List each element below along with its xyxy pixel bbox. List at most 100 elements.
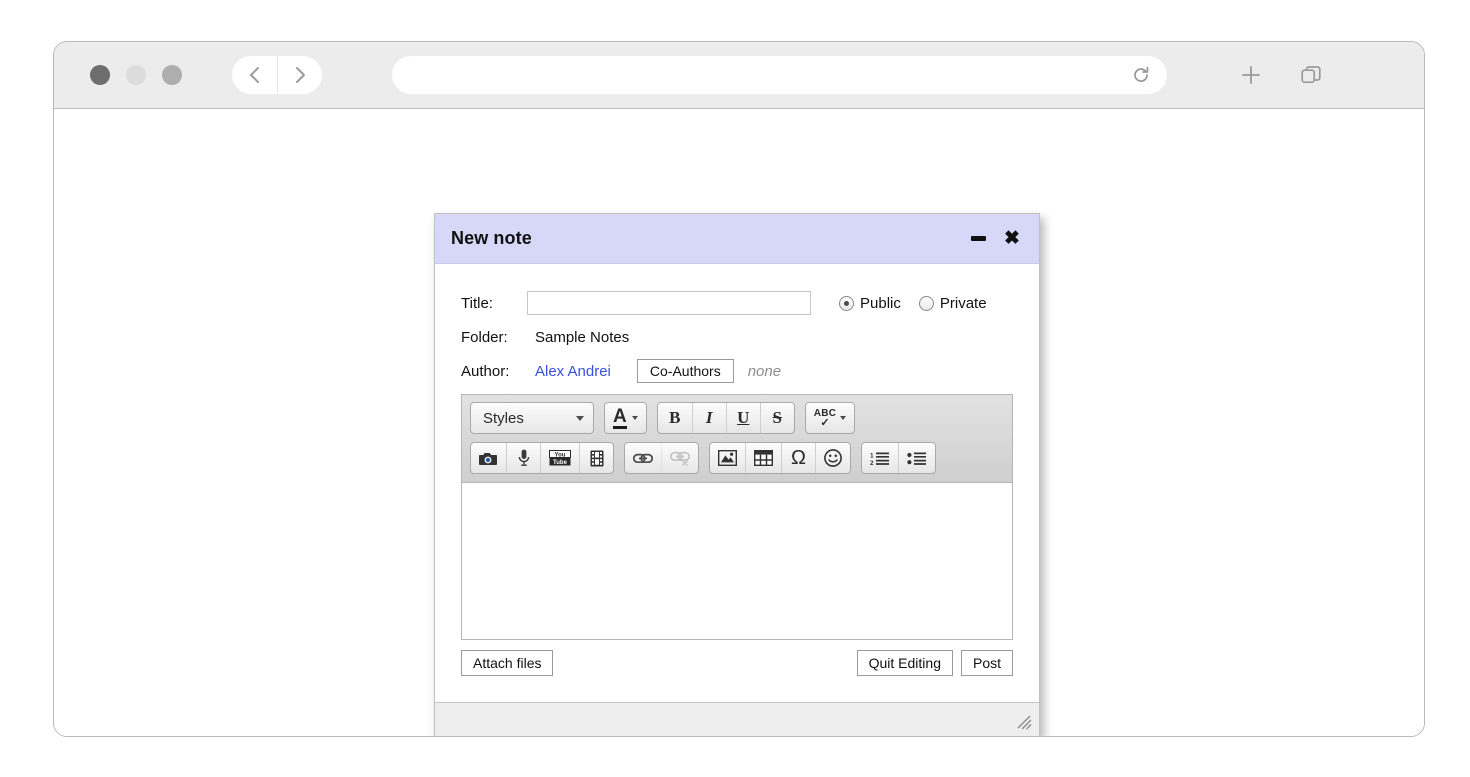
styles-dropdown-label: Styles — [483, 409, 524, 427]
table-icon — [754, 450, 773, 466]
navigation-buttons — [232, 56, 322, 94]
author-link[interactable]: Alex Andrei — [535, 363, 611, 380]
tab-overview-button[interactable] — [1299, 63, 1323, 87]
smiley-icon — [824, 449, 842, 467]
window-maximize-dot[interactable] — [162, 65, 182, 85]
toolbar-group-link — [624, 442, 699, 474]
chevron-right-icon — [292, 65, 308, 85]
reload-icon[interactable] — [1131, 65, 1151, 85]
spellcheck-icon: ABC ✓ — [814, 408, 837, 429]
title-row: Title: Public Private — [461, 290, 1013, 316]
bulleted-list-icon — [907, 451, 927, 466]
strikethrough-icon: S — [772, 408, 782, 427]
attach-files-button[interactable]: Attach files — [461, 650, 554, 676]
svg-text:1: 1 — [870, 452, 874, 459]
browser-toolbar — [54, 42, 1424, 109]
visibility-radio-group: Public Private — [839, 295, 999, 312]
title-input[interactable] — [527, 291, 811, 315]
plus-icon — [1239, 63, 1263, 87]
radio-public[interactable] — [839, 295, 854, 311]
chevron-left-icon — [247, 65, 263, 85]
toolbar-group-lists: 1 2 — [861, 442, 936, 474]
dialog-titlebar: New note ✖ — [435, 214, 1039, 264]
address-bar[interactable] — [392, 56, 1167, 94]
copy-tabs-icon — [1299, 63, 1323, 87]
toolbar-group-insert: Ω — [709, 442, 851, 474]
special-character-button[interactable]: Ω — [781, 443, 815, 473]
close-icon: ✖ — [1004, 228, 1020, 249]
resize-grip-icon[interactable] — [1016, 714, 1032, 730]
toolbar-group-media: You Tube — [470, 442, 614, 474]
window-close-dot[interactable] — [90, 65, 110, 85]
italic-button[interactable]: I — [691, 403, 726, 433]
microphone-icon — [518, 449, 530, 467]
author-label: Author: — [461, 362, 510, 380]
radio-public-label: Public — [860, 294, 901, 312]
check-mark-icon: ✓ — [820, 416, 830, 429]
toolbar-row-2: You Tube Ω 1 2 — [470, 442, 1004, 474]
image-icon — [718, 450, 737, 466]
camera-button[interactable] — [471, 443, 506, 473]
underline-button[interactable]: U — [725, 403, 760, 433]
author-row: Author: Alex Andrei Co-Authors none — [461, 358, 1013, 384]
strikethrough-button[interactable]: S — [759, 403, 794, 433]
styles-dropdown[interactable]: Styles — [471, 403, 593, 433]
new-note-dialog: New note ✖ Title: Public Private Folder:… — [434, 213, 1040, 736]
toolbar-row-1: Styles A B I U S ABC ✓ — [470, 402, 1004, 434]
youtube-button[interactable]: You Tube — [540, 443, 579, 473]
text-color-icon: A — [613, 405, 627, 429]
insert-image-button[interactable] — [710, 443, 745, 473]
spellcheck-button[interactable]: ABC ✓ — [806, 403, 855, 433]
link-icon — [633, 452, 653, 465]
new-tab-button[interactable] — [1239, 63, 1263, 87]
youtube-icon: You Tube — [549, 450, 571, 466]
title-label: Title: — [461, 294, 493, 312]
numbered-list-button[interactable]: 1 2 — [862, 443, 898, 473]
post-button[interactable]: Post — [960, 650, 1013, 676]
text-color-button[interactable]: A — [605, 403, 646, 433]
numbered-list-icon: 1 2 — [870, 451, 890, 466]
insert-table-button[interactable] — [745, 443, 781, 473]
rich-text-editor: Styles A B I U S ABC ✓ You Tube Ω 1 2 — [461, 394, 1013, 640]
video-button[interactable] — [579, 443, 613, 473]
bulleted-list-button[interactable] — [898, 443, 935, 473]
insert-emoji-button[interactable] — [815, 443, 850, 473]
coauthors-button[interactable]: Co-Authors — [636, 359, 734, 383]
radio-private[interactable] — [918, 295, 934, 311]
bold-button[interactable]: B — [658, 403, 692, 433]
underline-icon: U — [737, 408, 750, 427]
traffic-lights — [90, 65, 182, 85]
toolbar-group-styles: Styles — [470, 402, 594, 434]
dialog-close-button[interactable]: ✖ — [999, 226, 1025, 252]
editor-toolbar: Styles A B I U S ABC ✓ You Tube Ω 1 2 — [462, 395, 1012, 483]
svg-text:2: 2 — [870, 460, 874, 466]
toolbar-group-spellcheck: ABC ✓ — [804, 402, 856, 434]
camera-icon — [479, 451, 498, 466]
quit-editing-button[interactable]: Quit Editing — [856, 650, 953, 676]
insert-link-button[interactable] — [625, 443, 661, 473]
svg-text:Tube: Tube — [553, 460, 568, 466]
editor-content-area[interactable] — [462, 483, 1012, 639]
chevron-down-icon — [576, 415, 584, 421]
browser-window: New note ✖ Title: Public Private Folder:… — [53, 41, 1425, 737]
folder-label: Folder: — [461, 328, 508, 346]
omega-icon: Ω — [791, 446, 806, 469]
forward-button[interactable] — [277, 56, 322, 94]
dialog-minimize-button[interactable] — [965, 226, 991, 252]
page-content: New note ✖ Title: Public Private Folder:… — [54, 109, 1424, 736]
microphone-button[interactable] — [506, 443, 540, 473]
coauthors-value: none — [747, 362, 782, 380]
unlink-icon — [670, 451, 690, 466]
back-button[interactable] — [232, 56, 277, 94]
dialog-actions: Attach files Quit Editing Post — [461, 650, 1013, 702]
dialog-footer — [435, 702, 1039, 736]
film-strip-icon — [590, 450, 604, 467]
toolbar-group-textcolor: A — [604, 402, 647, 434]
chevron-down-icon — [631, 416, 638, 420]
italic-icon: I — [705, 408, 713, 427]
folder-row: Folder: Sample Notes — [461, 324, 1013, 350]
remove-link-button[interactable] — [661, 443, 698, 473]
dialog-title: New note — [451, 228, 532, 248]
window-minimize-dot[interactable] — [126, 65, 146, 85]
toolbar-group-format: B I U S — [656, 402, 795, 434]
